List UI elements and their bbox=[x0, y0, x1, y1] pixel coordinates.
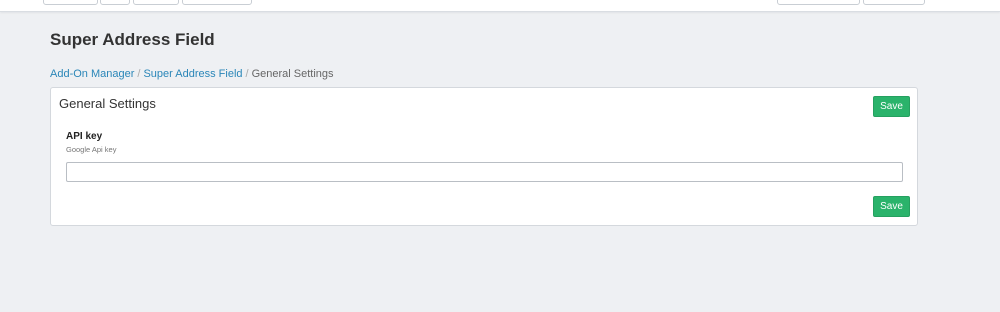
breadcrumb-separator: / bbox=[137, 68, 141, 80]
breadcrumb-link-addon-manager[interactable]: Add-On Manager bbox=[50, 68, 134, 80]
toolbar-button[interactable] bbox=[777, 0, 860, 5]
toolbar-button[interactable] bbox=[43, 0, 98, 5]
page-title: Super Address Field bbox=[50, 30, 215, 49]
settings-panel: General Settings Save API key Google Api… bbox=[50, 87, 918, 226]
breadcrumb-link-super-address-field[interactable]: Super Address Field bbox=[143, 68, 242, 80]
save-button-top[interactable]: Save bbox=[873, 96, 910, 117]
breadcrumb-separator: / bbox=[245, 68, 249, 80]
panel-title: General Settings bbox=[59, 96, 156, 111]
toolbar-button[interactable] bbox=[182, 0, 252, 5]
top-toolbar bbox=[0, 0, 1000, 12]
breadcrumb: Add-On Manager / Super Address Field / Gener… bbox=[50, 68, 334, 81]
api-key-label: API key bbox=[66, 131, 103, 142]
toolbar-button[interactable] bbox=[133, 0, 179, 5]
toolbar-button[interactable] bbox=[863, 0, 925, 5]
api-key-help-text: Google Api key bbox=[66, 145, 117, 154]
save-button-bottom[interactable]: Save bbox=[873, 196, 910, 217]
toolbar-button[interactable] bbox=[100, 0, 130, 5]
breadcrumb-current: General Settings bbox=[251, 68, 334, 80]
api-key-input[interactable] bbox=[66, 162, 903, 182]
